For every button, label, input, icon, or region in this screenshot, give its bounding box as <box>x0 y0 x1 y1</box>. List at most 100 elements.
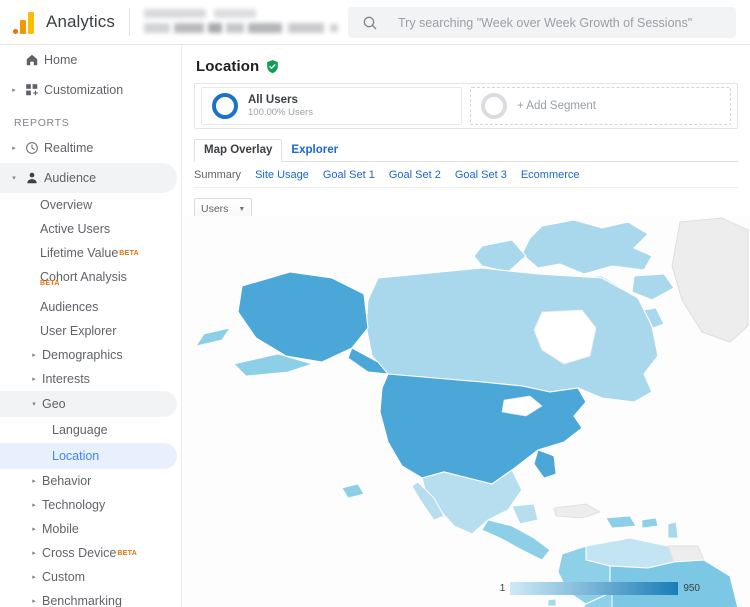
analytics-logo-icon <box>8 10 38 34</box>
sidebar-item-lifetime-value-label: Lifetime Value <box>40 246 118 260</box>
sidebar-item-technology-label: Technology <box>42 498 105 512</box>
chevron-right-icon[interactable]: ▸ <box>28 375 40 383</box>
tab-explorer[interactable]: Explorer <box>282 140 347 161</box>
header-divider <box>129 8 130 36</box>
beta-badge: BETA <box>119 250 139 257</box>
sidebar-item-active-users-label: Active Users <box>40 222 110 236</box>
sidebar-item-lifetime-value[interactable]: Lifetime ValueBETA <box>0 241 181 265</box>
sidebar-item-user-explorer-label: User Explorer <box>40 324 116 338</box>
sidebar-item-realtime-label: Realtime <box>44 141 93 155</box>
sidebar-item-custom[interactable]: ▸ Custom <box>0 565 181 589</box>
sidebar-item-demographics[interactable]: ▸ Demographics <box>0 343 181 367</box>
account-selector-redacted[interactable] <box>142 7 342 37</box>
chevron-right-icon[interactable]: ▸ <box>28 477 40 485</box>
sidebar-item-mobile-label: Mobile <box>42 522 79 536</box>
chevron-right-icon[interactable]: ▸ <box>8 86 20 94</box>
sidebar-item-demographics-label: Demographics <box>42 348 123 362</box>
sidebar-item-language[interactable]: Language <box>0 417 181 443</box>
report-subnav: Summary Site Usage Goal Set 1 Goal Set 2… <box>194 169 738 188</box>
segment-percent: 100.00% Users <box>248 107 313 119</box>
segment-all-users[interactable]: All Users 100.00% Users <box>201 87 462 125</box>
beta-badge: BETA <box>40 280 60 287</box>
sidebar-item-location-label: Location <box>52 449 99 463</box>
sidebar-item-home-label: Home <box>44 53 77 67</box>
chevron-right-icon[interactable]: ▸ <box>28 525 40 533</box>
segment-ring-icon <box>212 93 238 119</box>
sidebar-item-location[interactable]: Location <box>0 443 177 469</box>
sidebar-item-mobile[interactable]: ▸ Mobile <box>0 517 181 541</box>
subnav-ecommerce[interactable]: Ecommerce <box>521 169 580 181</box>
map-region-hispaniola[interactable] <box>606 516 636 528</box>
map-overlay-chart[interactable]: 1 950 <box>182 216 750 607</box>
brand-title: Analytics <box>46 12 115 32</box>
sidebar-item-overview[interactable]: Overview <box>0 193 181 217</box>
chevron-right-icon[interactable]: ▸ <box>28 573 40 581</box>
sidebar-item-behavior[interactable]: ▸ Behavior <box>0 469 181 493</box>
sidebar-item-geo[interactable]: ▾ Geo <box>0 391 177 417</box>
subnav-goal-set-2[interactable]: Goal Set 2 <box>389 169 441 181</box>
chevron-down-icon[interactable]: ▾ <box>28 400 40 408</box>
sidebar-item-user-explorer[interactable]: User Explorer <box>0 319 181 343</box>
world-map-svg <box>182 216 750 607</box>
map-region-canada-arctic[interactable] <box>522 220 652 274</box>
sidebar-item-interests-label: Interests <box>42 372 90 386</box>
subnav-site-usage[interactable]: Site Usage <box>255 169 309 181</box>
sidebar-item-geo-label: Geo <box>42 397 66 411</box>
page-title: Location <box>196 58 259 75</box>
subnav-summary[interactable]: Summary <box>194 169 241 181</box>
map-region-guianas[interactable] <box>668 546 704 562</box>
map-region-island-galapagos[interactable] <box>548 599 556 606</box>
left-sidebar: Home ▸ Customization REPORTS ▸ <box>0 45 182 607</box>
search-bar[interactable] <box>348 7 736 38</box>
subnav-goal-set-3[interactable]: Goal Set 3 <box>455 169 507 181</box>
report-tabs: Map Overlay Explorer <box>194 138 738 162</box>
search-input[interactable] <box>396 15 716 31</box>
sidebar-item-interests[interactable]: ▸ Interests <box>0 367 181 391</box>
sidebar-item-benchmarking-label: Benchmarking <box>42 594 122 607</box>
sidebar-item-audience-label: Audience <box>44 171 96 185</box>
segment-bar: All Users 100.00% Users + Add Segment <box>194 83 738 129</box>
chevron-down-icon[interactable]: ▾ <box>8 174 20 182</box>
search-icon <box>362 15 378 31</box>
subnav-goal-set-1[interactable]: Goal Set 1 <box>323 169 375 181</box>
sidebar-item-custom-label: Custom <box>42 570 85 584</box>
sidebar-item-cross-device-label: Cross Device <box>42 546 116 560</box>
map-region-puerto-rico[interactable] <box>642 518 658 528</box>
chevron-right-icon[interactable]: ▸ <box>28 549 40 557</box>
sidebar-item-benchmarking[interactable]: ▸ Benchmarking <box>0 589 181 607</box>
sidebar-item-audiences-label: Audiences <box>40 300 98 314</box>
add-segment-button[interactable]: + Add Segment <box>470 87 731 125</box>
sidebar-item-audience[interactable]: ▾ Audience <box>0 163 177 193</box>
sidebar-item-home[interactable]: Home <box>0 45 181 75</box>
clock-icon <box>20 141 44 155</box>
sidebar-item-customization[interactable]: ▸ Customization <box>0 75 181 105</box>
chevron-right-icon[interactable]: ▸ <box>28 501 40 509</box>
sidebar-item-customization-label: Customization <box>44 83 123 97</box>
sidebar-item-realtime[interactable]: ▸ Realtime <box>0 133 181 163</box>
sidebar-item-technology[interactable]: ▸ Technology <box>0 493 181 517</box>
sidebar-item-language-label: Language <box>52 423 108 437</box>
legend-min-value: 1 <box>500 583 506 594</box>
chevron-down-icon: ▼ <box>238 206 245 213</box>
metric-dropdown-label: Users <box>201 203 228 215</box>
tab-map-overlay[interactable]: Map Overlay <box>194 139 282 162</box>
sidebar-item-behavior-label: Behavior <box>42 474 91 488</box>
segment-name: All Users <box>248 93 313 107</box>
top-header-bar: Analytics <box>0 0 750 45</box>
home-icon <box>20 53 44 67</box>
sidebar-item-cohort-analysis[interactable]: Cohort Analysis BETA <box>0 265 181 289</box>
sidebar-item-active-users[interactable]: Active Users <box>0 217 181 241</box>
analytics-app-window: Analytics Home <box>0 0 750 607</box>
legend-gradient-bar <box>510 582 678 595</box>
chevron-right-icon[interactable]: ▸ <box>28 351 40 359</box>
sidebar-item-cross-device[interactable]: ▸ Cross DeviceBETA <box>0 541 181 565</box>
chevron-right-icon[interactable]: ▸ <box>8 144 20 152</box>
add-segment-label: + Add Segment <box>517 100 596 112</box>
beta-badge: BETA <box>117 550 137 557</box>
chevron-right-icon[interactable]: ▸ <box>28 597 40 605</box>
map-region-lesser-antilles[interactable] <box>668 522 678 538</box>
map-legend: 1 950 <box>500 582 700 595</box>
person-icon <box>20 171 44 185</box>
sidebar-item-audiences[interactable]: Audiences <box>0 295 181 319</box>
add-segment-ring-icon <box>481 93 507 119</box>
